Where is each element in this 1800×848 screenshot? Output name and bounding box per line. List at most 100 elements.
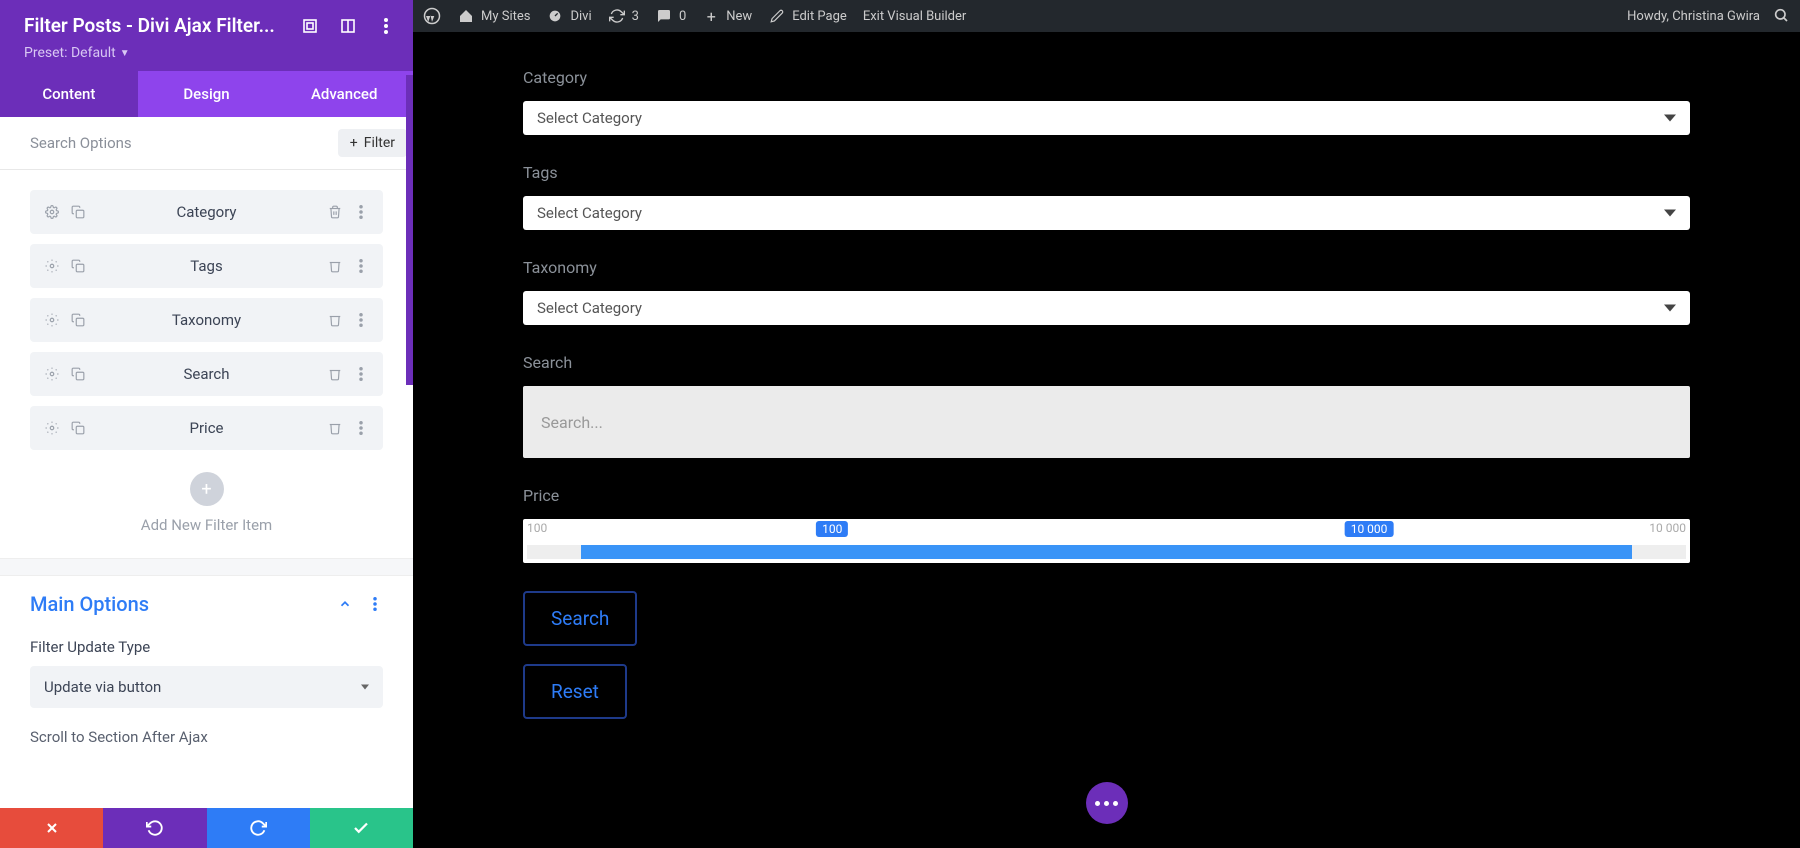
redo-button[interactable]	[207, 808, 310, 848]
tab-content[interactable]: Content	[0, 71, 138, 117]
reset-button[interactable]: Reset	[523, 664, 627, 719]
trash-icon[interactable]	[327, 312, 343, 328]
new-link[interactable]: +New	[702, 0, 752, 32]
gear-icon[interactable]	[44, 204, 60, 220]
panel-header: Filter Posts - Divi Ajax Filter... Prese…	[0, 0, 413, 71]
comments-link[interactable]: 0	[655, 0, 686, 32]
kebab-menu-icon[interactable]	[353, 366, 369, 382]
filter-item-label: Search	[100, 365, 313, 383]
section-title: Search Options	[30, 134, 132, 152]
tab-design[interactable]: Design	[138, 71, 276, 117]
filter-items-list: Category Tags	[0, 170, 413, 558]
exit-vb-link[interactable]: Exit Visual Builder	[863, 0, 966, 32]
kebab-menu-icon[interactable]	[353, 420, 369, 436]
filter-item[interactable]: Search	[30, 352, 383, 396]
slider-to-tag: 10 000	[1345, 521, 1394, 537]
search-button[interactable]: Search	[523, 591, 637, 646]
undo-button[interactable]	[103, 808, 206, 848]
search-icon	[1772, 6, 1790, 24]
price-slider[interactable]: 100 100 10 000 10 000	[523, 519, 1690, 563]
duplicate-icon[interactable]	[70, 258, 86, 274]
trash-icon[interactable]	[327, 366, 343, 382]
filter-form: Category Select Category Tags Select Cat…	[413, 32, 1800, 737]
gear-icon[interactable]	[44, 258, 60, 274]
updates-link[interactable]: 3	[608, 0, 639, 32]
select-value: Select Category	[537, 299, 642, 317]
settings-tabs: Content Design Advanced	[0, 71, 413, 117]
search-label: Search	[523, 353, 1690, 372]
filter-item[interactable]: Category	[30, 190, 383, 234]
sidebar-scrollbar[interactable]	[406, 75, 413, 385]
dot-icon	[1104, 801, 1109, 806]
filter-item[interactable]: Tags	[30, 244, 383, 288]
pencil-icon	[768, 7, 786, 25]
preset-label: Preset: Default	[24, 45, 116, 61]
panel-footer	[0, 808, 413, 848]
price-label: Price	[523, 486, 1690, 505]
builder-fab[interactable]	[1086, 782, 1128, 824]
trash-icon[interactable]	[327, 204, 343, 220]
main-options-section: Main Options Filter Update Type Update v…	[0, 576, 413, 746]
dot-icon	[1095, 801, 1100, 806]
main-options-title[interactable]: Main Options	[30, 592, 149, 616]
comment-icon	[655, 7, 673, 25]
filter-item[interactable]: Taxonomy	[30, 298, 383, 342]
taxonomy-label: Taxonomy	[523, 258, 1690, 277]
gear-icon[interactable]	[44, 312, 60, 328]
add-filter-button[interactable]: + Filter	[338, 129, 407, 157]
wp-admin-bar: My Sites Divi 3 0 +New Edit Page Exit Vi…	[413, 0, 1800, 32]
wp-logo[interactable]	[423, 0, 441, 32]
slider-min-label: 100	[527, 521, 547, 535]
tab-advanced[interactable]: Advanced	[275, 71, 413, 117]
slider-max-label: 10 000	[1649, 521, 1686, 535]
add-new-filter: + Add New Filter Item	[30, 460, 383, 558]
refresh-icon	[608, 7, 626, 25]
slider-range[interactable]	[581, 545, 1631, 559]
edit-page-link[interactable]: Edit Page	[768, 0, 847, 32]
gear-icon[interactable]	[44, 420, 60, 436]
kebab-menu-icon[interactable]	[353, 258, 369, 274]
cancel-button[interactable]	[0, 808, 103, 848]
save-button[interactable]	[310, 808, 413, 848]
duplicate-icon[interactable]	[70, 204, 86, 220]
my-sites-link[interactable]: My Sites	[457, 0, 530, 32]
chevron-up-icon[interactable]	[337, 596, 353, 612]
site-name-link[interactable]: Divi	[546, 0, 591, 32]
taxonomy-select[interactable]: Select Category	[523, 291, 1690, 325]
howdy-user[interactable]: Howdy, Christina Gwira	[1627, 9, 1760, 24]
dashboard-icon	[546, 7, 564, 25]
filter-update-type-value: Update via button	[30, 666, 383, 708]
add-new-filter-label: Add New Filter Item	[30, 516, 383, 534]
kebab-menu-icon[interactable]	[353, 312, 369, 328]
chevron-down-icon	[1664, 305, 1676, 312]
wordpress-icon	[423, 7, 441, 25]
duplicate-icon[interactable]	[70, 420, 86, 436]
select-value: Select Category	[537, 204, 642, 222]
module-settings-panel: Filter Posts - Divi Ajax Filter... Prese…	[0, 0, 413, 848]
search-options-section-header: Search Options + Filter	[0, 117, 413, 170]
tags-select[interactable]: Select Category	[523, 196, 1690, 230]
category-select[interactable]: Select Category	[523, 101, 1690, 135]
search-toggle[interactable]	[1772, 6, 1790, 27]
add-new-filter-button[interactable]: +	[190, 472, 224, 506]
kebab-menu-icon[interactable]	[377, 17, 395, 35]
expand-icon[interactable]	[301, 17, 319, 35]
filter-item-label: Taxonomy	[100, 311, 313, 329]
duplicate-icon[interactable]	[70, 312, 86, 328]
kebab-menu-icon[interactable]	[367, 596, 383, 612]
kebab-menu-icon[interactable]	[353, 204, 369, 220]
layout-toggle-icon[interactable]	[339, 17, 357, 35]
preset-selector[interactable]: Preset: Default ▼	[24, 45, 395, 61]
plus-icon: +	[350, 135, 358, 151]
page-canvas: My Sites Divi 3 0 +New Edit Page Exit Vi…	[413, 0, 1800, 848]
trash-icon[interactable]	[327, 258, 343, 274]
filter-item[interactable]: Price	[30, 406, 383, 450]
duplicate-icon[interactable]	[70, 366, 86, 382]
search-input[interactable]	[541, 413, 1672, 432]
gear-icon[interactable]	[44, 366, 60, 382]
add-filter-label: Filter	[364, 135, 395, 151]
filter-item-label: Price	[100, 419, 313, 437]
trash-icon[interactable]	[327, 420, 343, 436]
filter-update-type-select[interactable]: Update via button	[30, 666, 383, 708]
filter-item-label: Category	[100, 203, 313, 221]
